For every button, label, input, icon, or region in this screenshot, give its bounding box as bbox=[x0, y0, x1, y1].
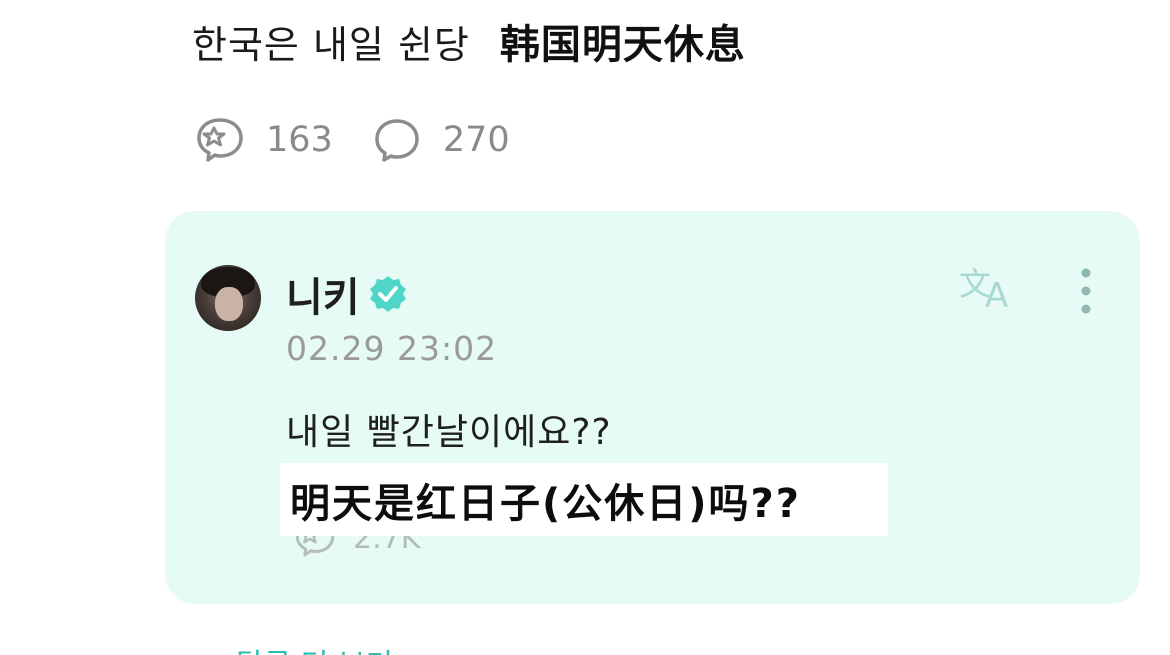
reactions-stat[interactable]: 163 bbox=[194, 114, 333, 166]
more-replies-link[interactable]: 답글 더 보기 bbox=[236, 640, 393, 655]
post-stats: 163 270 bbox=[194, 114, 548, 166]
post-page: 한국은 내일 쉰당 韩国明天休息 163 270 니키 02.29 23:02 … bbox=[0, 0, 1170, 655]
caption-text: 明天是红日子(公休日)吗?? bbox=[290, 480, 801, 527]
translation-caption: 明天是红日子(公休日)吗?? bbox=[280, 463, 888, 536]
reactions-count: 163 bbox=[266, 120, 333, 160]
comment-bubble-icon[interactable] bbox=[371, 114, 423, 166]
post-title: 한국은 내일 쉰당 韩国明天休息 bbox=[192, 12, 746, 70]
post-title-korean: 한국은 내일 쉰당 bbox=[192, 23, 470, 67]
comments-count: 270 bbox=[442, 120, 510, 160]
more-vertical-icon[interactable] bbox=[1071, 265, 1101, 317]
post-title-translation: 韩国明天休息 bbox=[499, 22, 746, 68]
svg-text:A: A bbox=[985, 276, 1008, 313]
comment-timestamp: 02.29 23:02 bbox=[286, 329, 498, 368]
avatar-face bbox=[215, 287, 243, 321]
comment-card: 니키 02.29 23:02 文 A 내일 빨간날이에요?? 2.7K bbox=[165, 211, 1140, 604]
comments-stat[interactable]: 270 bbox=[371, 114, 510, 166]
comment-text: 내일 빨간날이에요?? bbox=[286, 412, 612, 453]
translate-icon[interactable]: 文 A bbox=[955, 261, 1019, 313]
avatar[interactable] bbox=[195, 265, 261, 331]
verified-badge-icon bbox=[369, 276, 406, 312]
comment-author[interactable]: 니키 bbox=[286, 265, 408, 323]
star-bubble-icon[interactable] bbox=[194, 114, 246, 166]
username-text[interactable]: 니키 bbox=[286, 265, 360, 323]
